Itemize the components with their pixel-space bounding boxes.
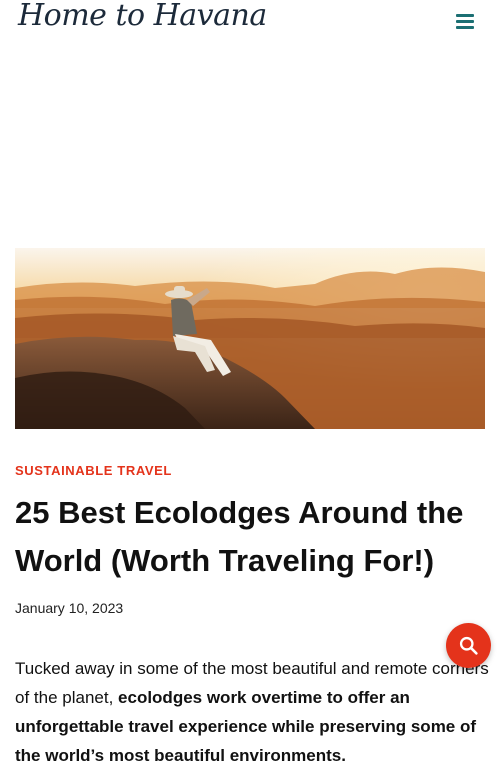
article-category-link[interactable]: SUSTAINABLE TRAVEL (15, 463, 172, 478)
menu-line (456, 20, 474, 23)
hero-image (15, 248, 485, 429)
search-icon (459, 636, 478, 655)
menu-line (456, 14, 474, 17)
article-intro: Tucked away in some of the most beautifu… (15, 654, 495, 770)
article-date: January 10, 2023 (15, 600, 124, 616)
site-logo[interactable]: Home to Havana (18, 0, 267, 33)
site-header: Home to Havana (0, 0, 501, 50)
menu-line (456, 26, 474, 29)
search-button[interactable] (446, 623, 491, 668)
hamburger-menu-icon[interactable] (456, 12, 476, 30)
article-title: 25 Best Ecolodges Around the World (Wort… (15, 495, 464, 578)
